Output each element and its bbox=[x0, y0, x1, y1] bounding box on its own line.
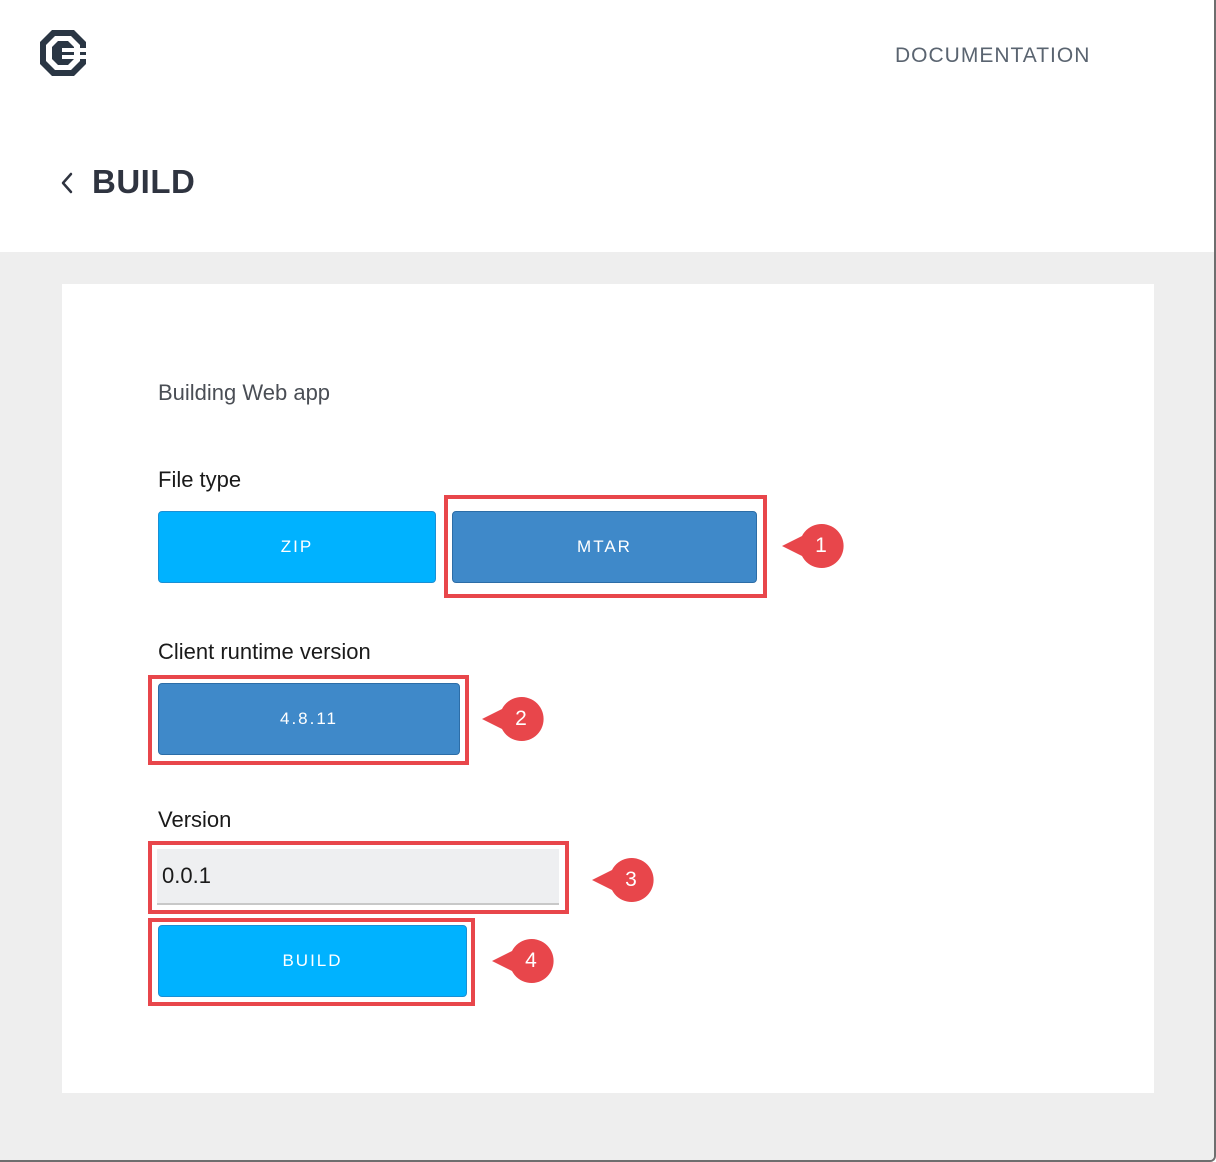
page-title: BUILD bbox=[92, 163, 196, 200]
version-label: Version bbox=[158, 807, 232, 832]
callout-number-4: 4 bbox=[525, 949, 537, 972]
callout-number-1: 1 bbox=[815, 534, 827, 557]
app-window: DOCUMENTATION BUILD Building Web app Fil… bbox=[0, 0, 1216, 1162]
version-input[interactable] bbox=[157, 849, 559, 905]
app-logo-icon bbox=[40, 30, 88, 76]
client-runtime-version-label: Client runtime version bbox=[158, 639, 371, 664]
build-button[interactable]: BUILD bbox=[158, 925, 467, 997]
callout-number-3: 3 bbox=[625, 868, 637, 891]
card-subtitle: Building Web app bbox=[158, 380, 331, 405]
zip-button[interactable]: ZIP bbox=[158, 511, 436, 583]
back-chevron-icon[interactable] bbox=[58, 168, 78, 198]
mtar-button[interactable]: MTAR bbox=[452, 511, 757, 583]
file-type-label: File type bbox=[158, 467, 242, 492]
header: DOCUMENTATION BUILD bbox=[0, 0, 1214, 252]
callout-number-2: 2 bbox=[515, 707, 527, 730]
documentation-link[interactable]: DOCUMENTATION bbox=[895, 44, 1090, 68]
runtime-version-button[interactable]: 4.8.11 bbox=[158, 683, 460, 755]
